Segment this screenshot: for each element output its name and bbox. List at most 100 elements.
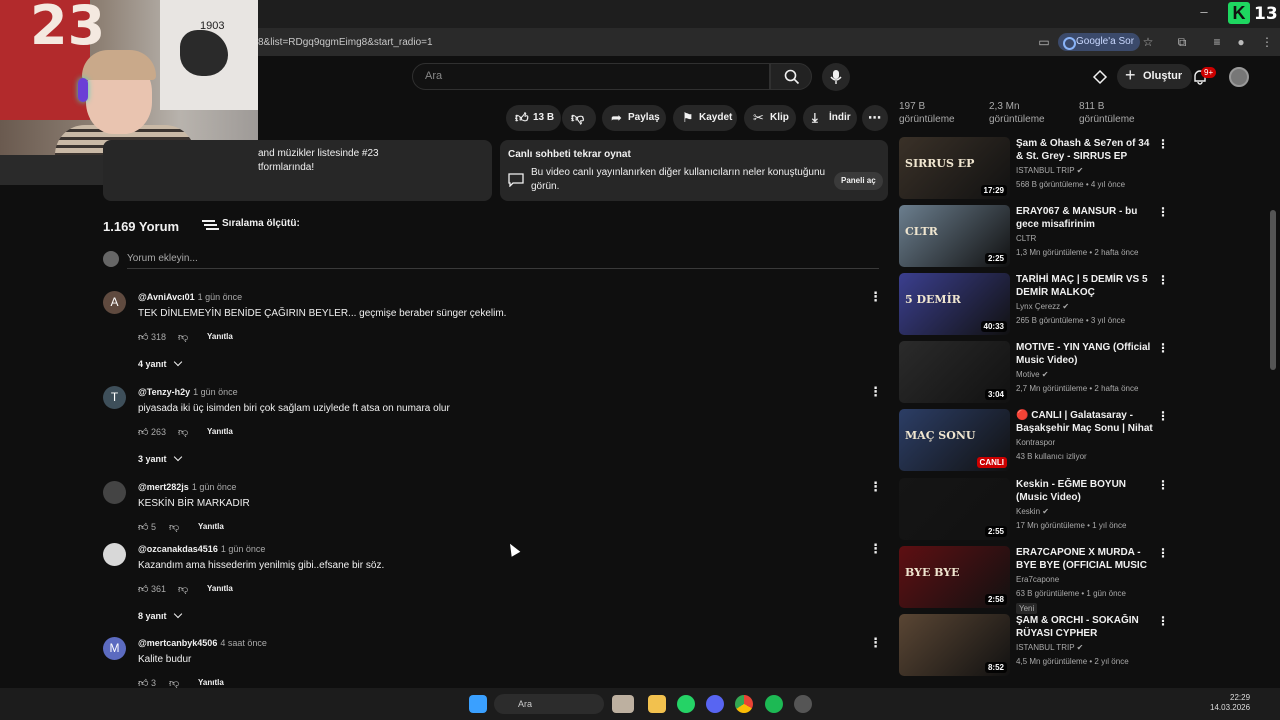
create-button[interactable]: Oluştur [1117,63,1193,89]
video-thumbnail[interactable]: 5 DEMİR 40:33 [899,273,1010,335]
download-button[interactable]: ⤓ İndir [803,105,857,131]
thumbs-down-icon[interactable]: 👎︎ [178,426,188,438]
voice-search-button[interactable] [822,63,850,91]
bookmark-star-icon[interactable]: ☆ [1141,35,1155,49]
search-input[interactable]: Ara [412,63,770,90]
task-view-icon[interactable] [612,695,634,713]
save-button[interactable]: ⚑ Kaydet [673,105,737,131]
sort-button[interactable]: Sıralama ölçütü: [202,218,300,229]
account-avatar[interactable] [1229,67,1249,87]
channel-name[interactable]: ISTANBUL TRIP ✔ [1016,643,1083,652]
comment-like-button[interactable]: 👍︎ 5 [138,521,156,533]
dislike-button[interactable]: 👎︎ [562,105,596,131]
clip-button[interactable]: ✂ Klip [744,105,796,131]
comment-author[interactable]: @mertcanbyk4506 4 saat önce [138,638,267,648]
comment-menu-icon[interactable]: ⋮ [869,384,882,400]
video-title[interactable]: ERA7CAPONE X MURDA - BYE BYE (OFFICIAL M… [1016,546,1154,572]
comment-avatar[interactable]: M [103,637,126,660]
search-button[interactable] [770,63,812,90]
video-title[interactable]: Şam & Ohash & Se7en of 34 & St. Grey - S… [1016,137,1154,163]
recommended-video[interactable]: 3:04 MOTIVE - YIN YANG (Official Music Vi… [899,341,1179,405]
video-thumbnail[interactable]: CLTR 2:25 [899,205,1010,267]
reading-list-icon[interactable]: ≡ [1210,35,1224,49]
comment-menu-icon[interactable]: ⋮ [869,479,882,495]
video-title[interactable]: TARİHİ MAÇ | 5 DEMİR VS 5 DEMİR MALKOÇ S… [1016,273,1154,299]
reply-button[interactable]: Yanıtla [207,584,233,593]
channel-name[interactable]: Kontraspor [1016,438,1055,447]
comment-author[interactable]: @Tenzy-h2y 1 gün önce [138,387,238,397]
thumbs-down-icon[interactable]: 👎︎ [178,583,188,595]
reply-button[interactable]: Yanıtla [198,678,224,687]
comment-like-button[interactable]: 👍︎ 263 [138,426,166,438]
file-explorer-icon[interactable] [648,695,666,713]
recommended-video[interactable]: MAÇ SONU CANLI 🔴 CANLI | Galatasaray - Baş… [899,409,1179,473]
profile-icon[interactable]: ● [1234,35,1248,49]
chart-info-panel[interactable]: and müzikler listesinde #23 tformlarında… [103,140,492,201]
video-thumbnail[interactable]: SIRRUS EP 17:29 [899,137,1010,199]
video-thumbnail[interactable]: 3:04 [899,341,1010,403]
channel-name[interactable]: Lynx Çerezz ✔ [1016,302,1069,311]
channel-name[interactable]: Motive ✔ [1016,370,1049,379]
video-menu-icon[interactable]: ⋮ [1157,205,1169,219]
recommended-video[interactable]: BYE BYE 2:58 ERA7CAPONE X MURDA - BYE BYE … [899,546,1179,614]
video-title[interactable]: MOTIVE - YIN YANG (Official Music Video) [1016,341,1154,367]
video-menu-icon[interactable]: ⋮ [1157,341,1169,355]
view-replies-button[interactable]: 4 yanıt [138,357,182,369]
taskbar-clock[interactable]: 22:29 14.03.2026 [1210,693,1250,713]
video-thumbnail[interactable]: BYE BYE 2:58 [899,546,1010,608]
url-text[interactable]: 8&list=RDgq9qgmEimg8&start_radio=1 [258,37,433,48]
whatsapp-icon[interactable] [677,695,695,713]
video-title[interactable]: 🔴 CANLI | Galatasaray - Başakşehir Maç S… [1016,409,1154,435]
comment-like-button[interactable]: 👍︎ 318 [138,331,166,343]
steam-icon[interactable] [794,695,812,713]
add-comment-input[interactable]: Yorum ekleyin... [127,253,198,264]
video-menu-icon[interactable]: ⋮ [1157,546,1169,560]
like-button[interactable]: 👍︎ 13 B [506,105,561,131]
open-panel-button[interactable]: Paneli aç [834,172,883,190]
recommended-video[interactable]: CLTR 2:25 ERAY067 & MANSUR - bu gece misaf… [899,205,1179,269]
video-title[interactable]: ŞAM & ORCHI - SOKAĞIN RÜYASI CYPHER [1016,614,1154,640]
video-title[interactable]: Keskin - EĞME BOYUN (Music Video) [1016,478,1154,504]
thumbs-down-icon[interactable]: 👎︎ [169,521,179,533]
video-menu-icon[interactable]: ⋮ [1157,478,1169,492]
premium-icon[interactable] [1092,69,1108,85]
reply-button[interactable]: Yanıtla [207,427,233,436]
video-menu-icon[interactable]: ⋮ [1157,614,1169,628]
spotify-icon[interactable] [765,695,783,713]
chrome-icon[interactable] [735,695,753,713]
comment-avatar[interactable]: A [103,291,126,314]
channel-name[interactable]: CLTR [1016,234,1036,243]
recommended-video[interactable]: 8:52 ŞAM & ORCHI - SOKAĞIN RÜYASI CYPHER I… [899,614,1179,678]
discord-icon[interactable] [706,695,724,713]
thumbs-down-icon[interactable]: 👎︎ [178,331,188,343]
comment-menu-icon[interactable]: ⋮ [869,289,882,305]
taskbar-search[interactable]: Ara [494,694,604,714]
view-replies-button[interactable]: 8 yanıt [138,609,182,621]
channel-name[interactable]: ISTANBUL TRIP ✔ [1016,166,1083,175]
start-menu-icon[interactable] [469,695,487,713]
browser-menu-icon[interactable]: ⋮ [1260,35,1274,49]
video-title[interactable]: ERAY067 & MANSUR - bu gece misafirinim [1016,205,1154,231]
video-thumbnail[interactable]: 2:55 [899,478,1010,540]
channel-name[interactable]: Keskin ✔ [1016,507,1049,516]
comment-author[interactable]: @ozcanakdas4516 1 gün önce [138,544,265,554]
reply-button[interactable]: Yanıtla [207,332,233,341]
video-menu-icon[interactable]: ⋮ [1157,273,1169,287]
recommended-video[interactable]: 5 DEMİR 40:33 TARİHİ MAÇ | 5 DEMİR VS 5 DE… [899,273,1179,337]
comment-author[interactable]: @mert282js 1 gün önce [138,482,236,492]
page-scrollbar[interactable] [1270,210,1276,370]
comment-avatar[interactable] [103,543,126,566]
minimize-icon[interactable]: – [1194,4,1214,22]
comment-like-button[interactable]: 👍︎ 361 [138,583,166,595]
comment-menu-icon[interactable]: ⋮ [869,635,882,651]
video-thumbnail[interactable]: MAÇ SONU CANLI [899,409,1010,471]
cast-icon[interactable]: ▭ [1037,35,1051,49]
google-ask-button[interactable]: Google'a Sor [1058,33,1141,51]
comment-avatar[interactable] [103,481,126,504]
channel-name[interactable]: Era7capone [1016,575,1059,584]
more-actions-button[interactable]: ⋯ [862,105,888,131]
video-menu-icon[interactable]: ⋮ [1157,137,1169,151]
reply-button[interactable]: Yanıtla [198,522,224,531]
video-menu-icon[interactable]: ⋮ [1157,409,1169,423]
share-button[interactable]: ➦ Paylaş [602,105,666,131]
